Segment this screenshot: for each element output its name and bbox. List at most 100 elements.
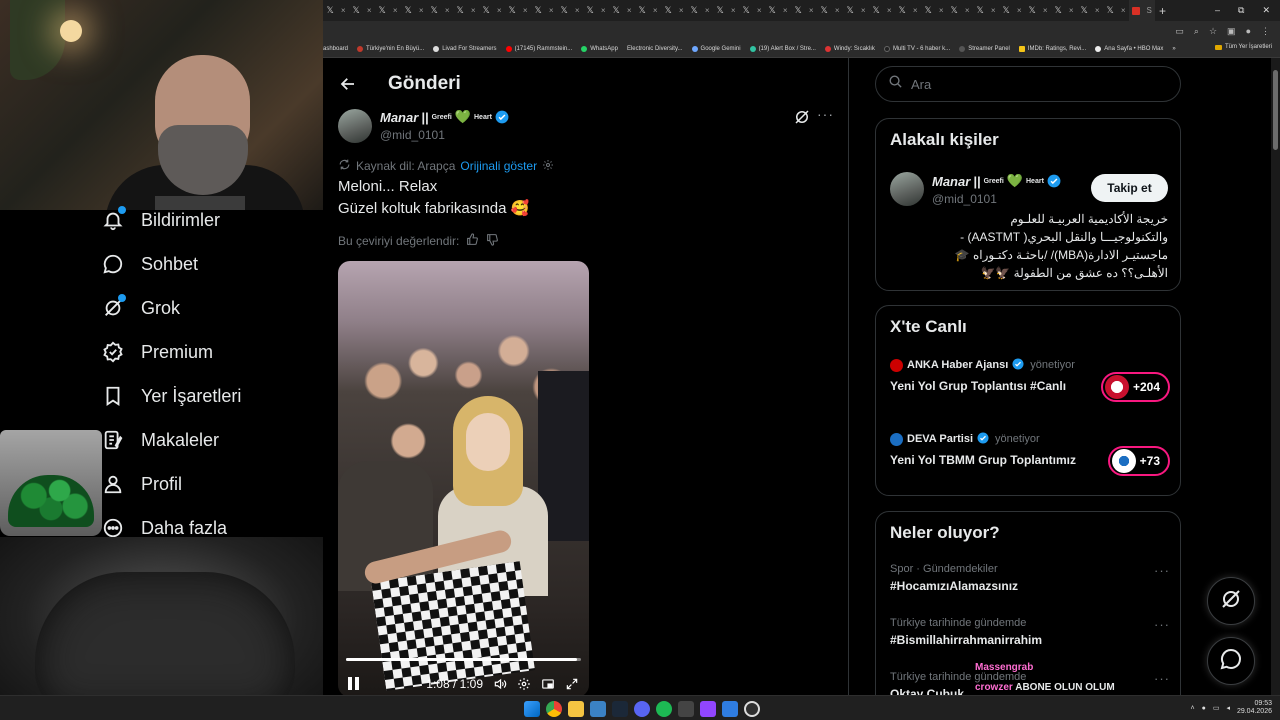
translation-settings-gear-icon[interactable]: [542, 159, 554, 174]
browser-tab[interactable]: 𝕏 ×: [531, 0, 557, 21]
author-avatar[interactable]: [338, 109, 372, 143]
tab-close-icon[interactable]: ×: [809, 6, 814, 15]
tab-close-icon[interactable]: ×: [523, 6, 528, 15]
browser-tab[interactable]: 𝕏 ×: [1077, 0, 1103, 21]
browser-tab[interactable]: 𝕏 ×: [557, 0, 583, 21]
bookmark-item[interactable]: Electronic Diversity...: [627, 46, 683, 52]
tab-close-icon[interactable]: ×: [1121, 6, 1126, 15]
tab-close-icon[interactable]: ×: [1043, 6, 1048, 15]
sidebar-item-bookmarks[interactable]: Yer İşaretleri: [80, 374, 323, 418]
browser-tab[interactable]: 𝕏 ×: [739, 0, 765, 21]
tab-close-icon[interactable]: ×: [731, 6, 736, 15]
spotify-icon[interactable]: [656, 701, 672, 717]
tab-close-icon[interactable]: ×: [471, 6, 476, 15]
tab-close-icon[interactable]: ×: [939, 6, 944, 15]
browser-tab[interactable]: 𝕏 ×: [609, 0, 635, 21]
browser-tab[interactable]: 𝕏 ×: [791, 0, 817, 21]
browser-tab-active[interactable]: S: [1129, 0, 1155, 21]
search-input[interactable]: [911, 76, 1161, 92]
tab-close-icon[interactable]: ×: [913, 6, 918, 15]
browser-tab[interactable]: 𝕏 ×: [895, 0, 921, 21]
browser-tab[interactable]: 𝕏 ×: [921, 0, 947, 21]
bookmark-item[interactable]: Multi TV - 6 haber k...: [883, 46, 950, 52]
sidebar-item-grok[interactable]: Grok: [80, 286, 323, 330]
browser-tab[interactable]: 𝕏 ×: [973, 0, 999, 21]
tab-close-icon[interactable]: ×: [497, 6, 502, 15]
grok-floating-button[interactable]: [1207, 577, 1255, 625]
tab-close-icon[interactable]: ×: [783, 6, 788, 15]
back-arrow-icon[interactable]: [338, 74, 358, 94]
app-icon[interactable]: [678, 701, 694, 717]
sidebar-item-profile[interactable]: Profil: [80, 462, 323, 506]
tab-close-icon[interactable]: ×: [393, 6, 398, 15]
restore-button[interactable]: ⧉: [1238, 5, 1244, 16]
browser-tab[interactable]: 𝕏 ×: [999, 0, 1025, 21]
trend-more-button[interactable]: ···: [1154, 671, 1170, 686]
browser-tab[interactable]: 𝕏 ×: [401, 0, 427, 21]
extension-icon[interactable]: ▣: [1227, 26, 1236, 37]
bookmark-item[interactable]: Streamer Panel: [959, 46, 1010, 52]
live-listener-count[interactable]: +204: [1100, 372, 1170, 402]
bookmark-item[interactable]: (17145) Rammstein...: [505, 46, 572, 52]
profile-icon[interactable]: ●: [1246, 26, 1251, 36]
pause-button[interactable]: [348, 677, 362, 691]
menu-dots-icon[interactable]: ⋮: [1261, 26, 1270, 37]
tab-close-icon[interactable]: ×: [627, 6, 632, 15]
browser-tab[interactable]: 𝕏 ×: [817, 0, 843, 21]
tab-close-icon[interactable]: ×: [965, 6, 970, 15]
chat-floating-button[interactable]: [1207, 637, 1255, 685]
bookmark-item[interactable]: Livad For Streamers: [433, 46, 497, 52]
browser-tab[interactable]: 𝕏 ×: [1051, 0, 1077, 21]
tab-close-icon[interactable]: ×: [861, 6, 866, 15]
browser-tab[interactable]: 𝕏 ×: [843, 0, 869, 21]
related-user-name[interactable]: Manar || Greefi 💚 Heart: [932, 173, 1061, 189]
volume-icon[interactable]: [493, 677, 507, 691]
related-user-avatar[interactable]: [890, 172, 924, 206]
browser-tab[interactable]: 𝕏 ×: [947, 0, 973, 21]
app-icon[interactable]: [700, 701, 716, 717]
trend-item[interactable]: Türkiye tarihinde gündemde #Bismillahirr…: [890, 617, 1170, 647]
tab-close-icon[interactable]: ×: [341, 6, 346, 15]
page-scrollbar[interactable]: [1271, 58, 1280, 695]
discord-icon[interactable]: [634, 701, 650, 717]
sidebar-item-articles[interactable]: Makaleler: [80, 418, 323, 462]
browser-tab[interactable]: 𝕏 ×: [479, 0, 505, 21]
star-bookmark-icon[interactable]: ☆: [1209, 26, 1217, 37]
browser-tab[interactable]: 𝕏 ×: [765, 0, 791, 21]
minimize-button[interactable]: –: [1215, 5, 1220, 16]
all-bookmarks-button[interactable]: Tüm Yer İşaretleri: [1214, 44, 1272, 50]
tab-close-icon[interactable]: ×: [601, 6, 606, 15]
sidebar-item-premium[interactable]: Premium: [80, 330, 323, 374]
browser-tab[interactable]: 𝕏 ×: [661, 0, 687, 21]
app-icon[interactable]: [722, 701, 738, 717]
browser-tab[interactable]: 𝕏 ×: [869, 0, 895, 21]
picture-in-picture-icon[interactable]: [541, 677, 555, 691]
bookmark-item[interactable]: ashboard: [323, 46, 348, 52]
live-listener-count[interactable]: +73: [1107, 446, 1170, 476]
windows-start-icon[interactable]: [524, 701, 540, 717]
post-more-button[interactable]: ···: [817, 106, 834, 122]
scrollbar-thumb[interactable]: [1273, 70, 1278, 150]
author-handle[interactable]: @mid_0101: [380, 128, 445, 142]
browser-tab[interactable]: 𝕏 ×: [375, 0, 401, 21]
thumbs-down-icon[interactable]: [486, 233, 499, 249]
bookmark-item[interactable]: IMDb: Ratings, Revi...: [1018, 46, 1086, 52]
show-original-link[interactable]: Orijinali göster: [460, 159, 537, 173]
thumbs-up-icon[interactable]: [466, 233, 479, 249]
sidebar-item-chat[interactable]: Sohbet: [80, 242, 323, 286]
tab-close-icon[interactable]: ×: [575, 6, 580, 15]
fullscreen-icon[interactable]: [565, 677, 579, 691]
browser-tab[interactable]: 𝕏 ×: [323, 0, 349, 21]
bookmark-item[interactable]: Google Gemini: [691, 46, 741, 52]
trend-item[interactable]: Spor · Gündemdekiler #HocamızıAlamazsını…: [890, 563, 1170, 593]
trend-more-button[interactable]: ···: [1154, 563, 1170, 578]
tab-close-icon[interactable]: ×: [887, 6, 892, 15]
search-box[interactable]: [875, 66, 1181, 102]
video-progress-bar[interactable]: [346, 658, 581, 661]
sidebar-item-notifications[interactable]: Bildirimler: [80, 198, 323, 242]
related-user-handle[interactable]: @mid_0101: [932, 192, 997, 206]
live-space-item[interactable]: DEVA Partisi yönetiyor Yeni Yol TBMM Gru…: [890, 432, 1170, 492]
tab-close-icon[interactable]: ×: [1069, 6, 1074, 15]
obs-icon[interactable]: [744, 701, 760, 717]
grok-explain-icon[interactable]: [793, 108, 811, 126]
